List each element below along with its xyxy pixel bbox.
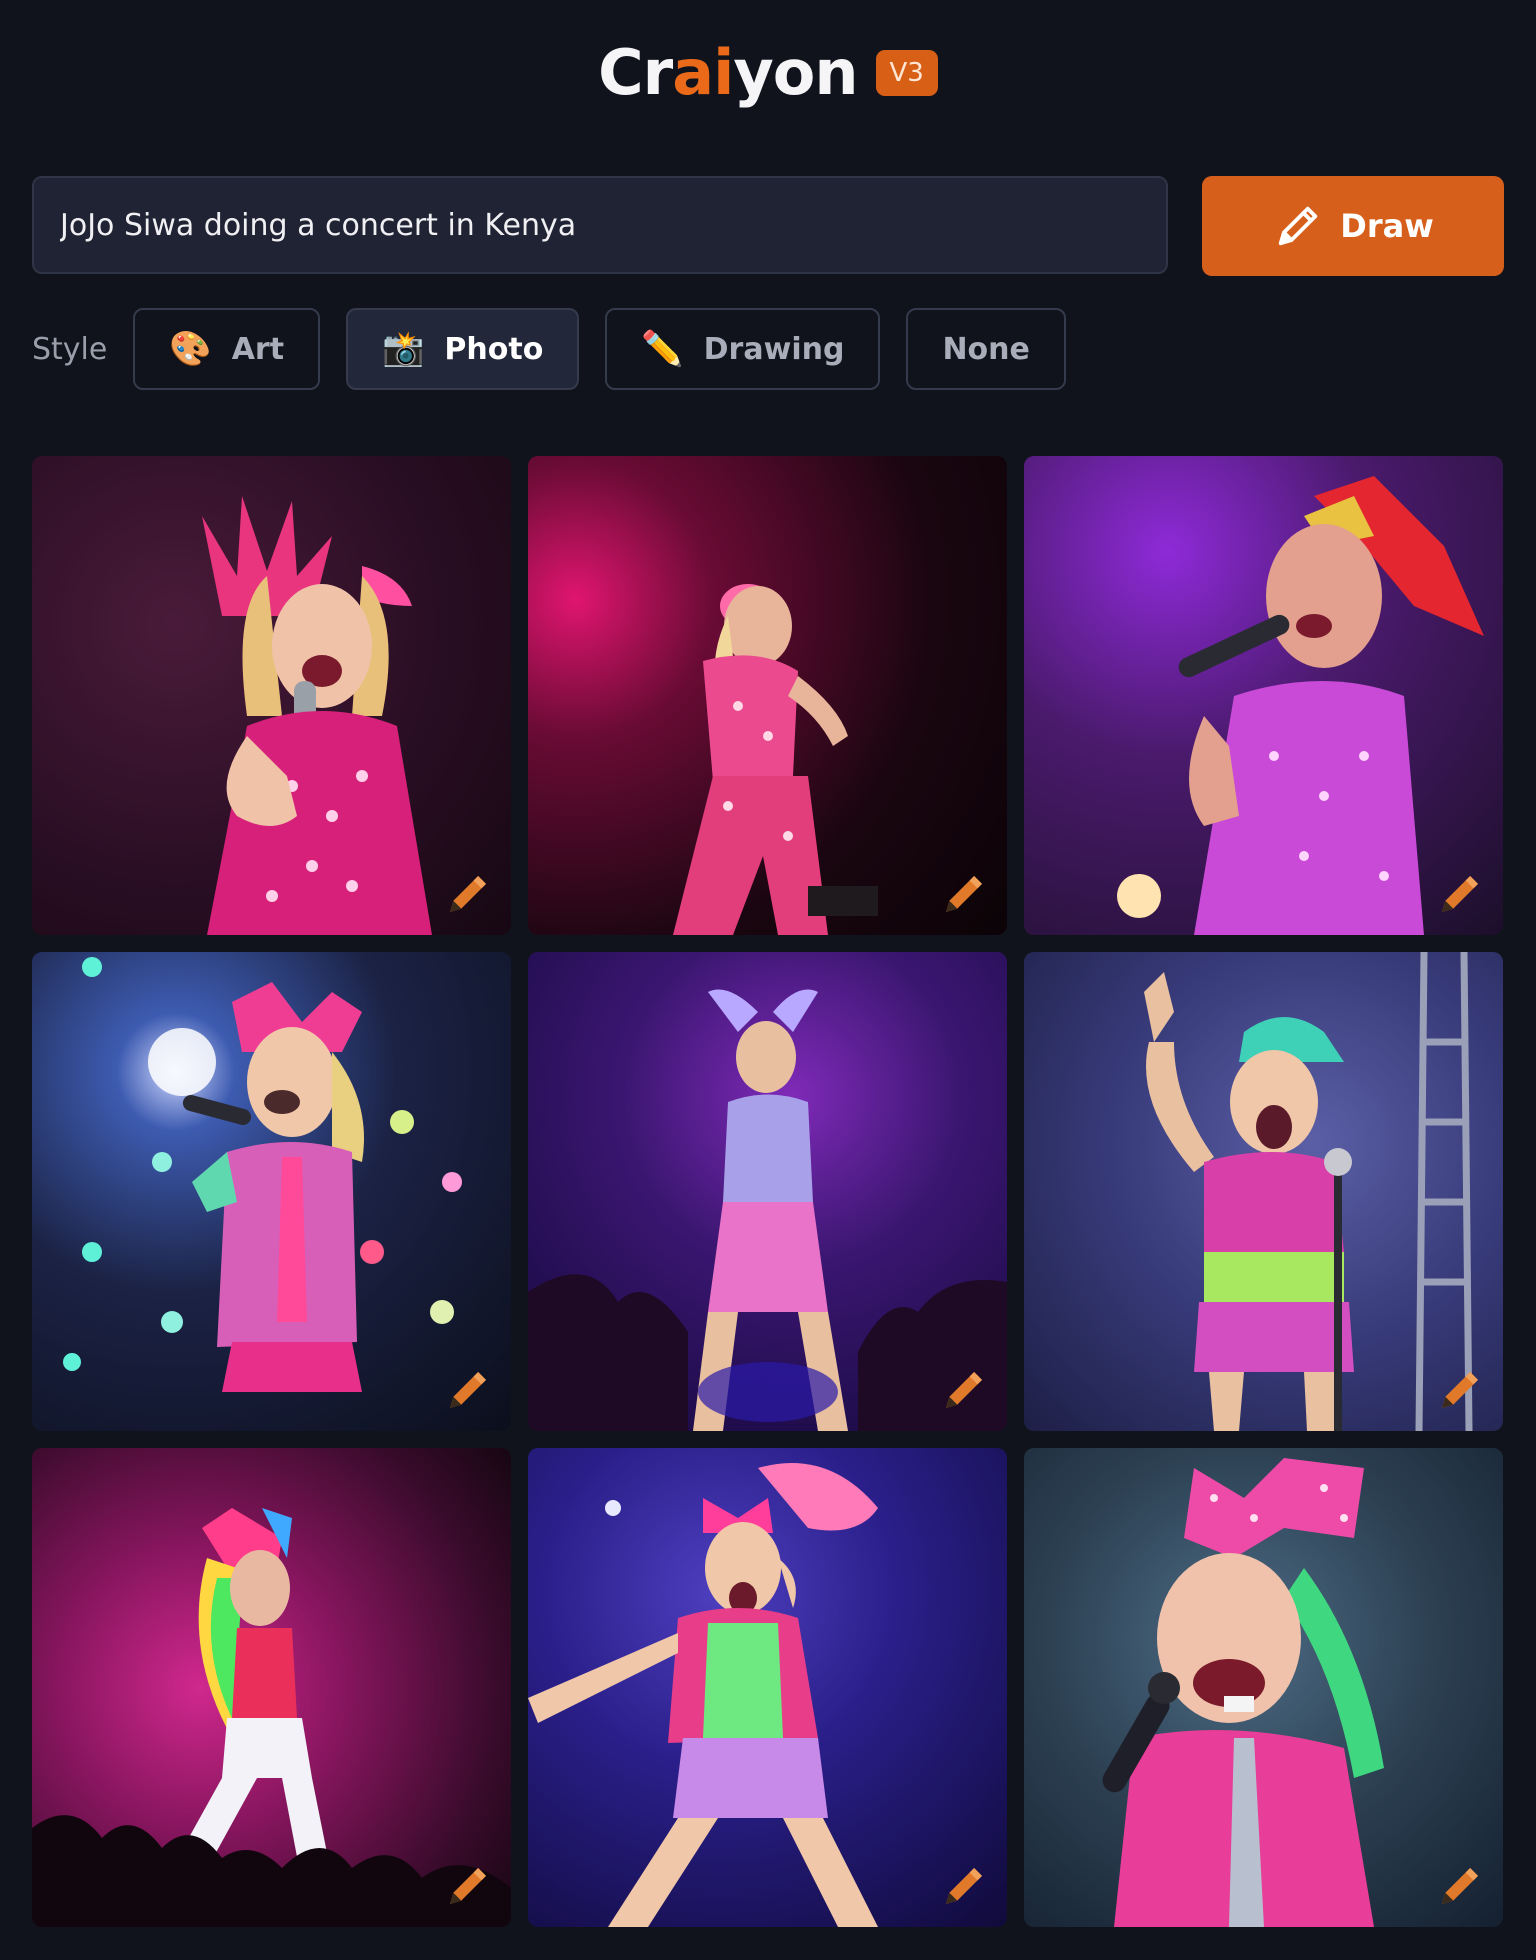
style-option-drawing[interactable]: ✏️ Drawing bbox=[605, 308, 881, 390]
draw-button[interactable]: Draw bbox=[1202, 176, 1504, 276]
version-badge: V3 bbox=[875, 50, 938, 96]
edit-pencil-icon[interactable] bbox=[441, 1859, 495, 1913]
result-image[interactable] bbox=[32, 1448, 511, 1927]
result-image[interactable] bbox=[1024, 1448, 1503, 1927]
edit-pencil-icon[interactable] bbox=[1433, 1363, 1487, 1417]
style-option-none[interactable]: None bbox=[906, 308, 1066, 390]
style-selector: Style 🎨 Art 📸 Photo ✏️ Drawing None bbox=[32, 308, 1092, 390]
generated-photo bbox=[1102, 1458, 1384, 1927]
generated-photo bbox=[528, 1463, 878, 1927]
style-option-photo[interactable]: 📸 Photo bbox=[346, 308, 580, 390]
prompt-input[interactable] bbox=[32, 176, 1168, 274]
edit-pencil-icon[interactable] bbox=[441, 1363, 495, 1417]
edit-pencil-icon[interactable] bbox=[937, 867, 991, 921]
result-image[interactable] bbox=[528, 456, 1007, 935]
style-option-art[interactable]: 🎨 Art bbox=[133, 308, 321, 390]
result-image[interactable] bbox=[32, 456, 511, 935]
result-image[interactable] bbox=[1024, 952, 1503, 1431]
result-image[interactable] bbox=[528, 1448, 1007, 1927]
generated-photo bbox=[1144, 952, 1473, 1431]
generated-photo bbox=[32, 1508, 511, 1927]
generated-photo bbox=[202, 496, 432, 935]
generated-photo bbox=[673, 584, 878, 935]
camera-flash-icon: 📸 bbox=[382, 329, 425, 369]
generated-photo bbox=[63, 957, 462, 1392]
edit-pencil-icon[interactable] bbox=[441, 867, 495, 921]
edit-pencil-icon[interactable] bbox=[1433, 1859, 1487, 1913]
generated-photo bbox=[1117, 476, 1484, 935]
palette-icon: 🎨 bbox=[169, 329, 212, 369]
generated-photo bbox=[528, 989, 1007, 1431]
edit-pencil-icon[interactable] bbox=[937, 1859, 991, 1913]
logo-accent: ai bbox=[672, 36, 734, 109]
edit-pencil-icon[interactable] bbox=[1433, 867, 1487, 921]
logo-text: Craiyon bbox=[598, 36, 858, 109]
result-grid bbox=[32, 456, 1504, 1927]
craiyon-page: Craiyon V3 Draw Style 🎨 Art 📸 Photo ✏️ D… bbox=[0, 0, 1536, 1960]
pencil-icon: ✏️ bbox=[641, 329, 684, 369]
pencil-icon bbox=[1279, 206, 1318, 246]
result-image[interactable] bbox=[1024, 456, 1503, 935]
edit-pencil-icon[interactable] bbox=[937, 1363, 991, 1417]
result-image[interactable] bbox=[528, 952, 1007, 1431]
style-label: Style bbox=[32, 331, 108, 367]
draw-button-label: Draw bbox=[1340, 207, 1434, 245]
logo[interactable]: Craiyon V3 bbox=[0, 42, 1536, 104]
result-image[interactable] bbox=[32, 952, 511, 1431]
